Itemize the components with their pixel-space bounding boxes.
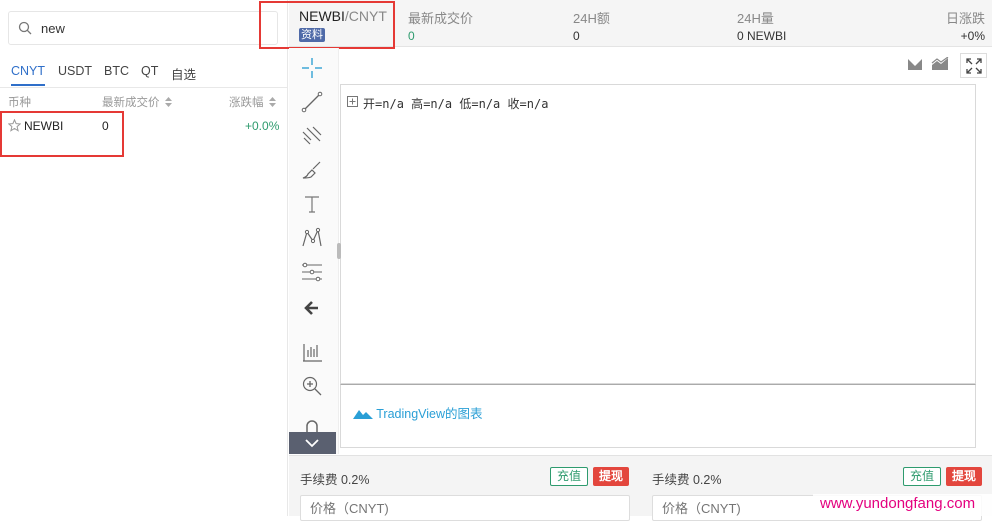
tradingview-logo-icon <box>353 410 373 419</box>
watermark-text: www.yundongfang.com <box>820 495 976 512</box>
col-last-price[interactable]: 最新成交价 <box>102 94 172 110</box>
tab-favorites[interactable]: 自选 <box>171 64 196 83</box>
tradingview-attribution-label: TradingView的图表 <box>376 407 483 421</box>
sort-icon <box>164 97 172 107</box>
pattern-tool-icon[interactable] <box>300 226 324 250</box>
search-box[interactable] <box>8 11 278 45</box>
fee-label-sell: 手续费 0.2% <box>652 473 722 487</box>
withdraw-button[interactable]: 提现 <box>946 467 983 486</box>
stat-value-24h-amount: 0 <box>573 29 580 43</box>
col-change[interactable]: 涨跌幅 <box>229 94 276 110</box>
price-field-buy[interactable] <box>300 495 630 521</box>
chevron-down-icon <box>305 439 319 448</box>
market-table-header: 币种 最新成交价 涨跌幅 <box>0 93 287 111</box>
stat-value-24h-volume: 0 NEWBI <box>737 29 787 43</box>
sort-icon <box>268 97 276 107</box>
search-icon <box>18 21 32 35</box>
stat-value-daily-change: +0% <box>960 29 985 43</box>
panel-resize-handle[interactable] <box>337 243 341 259</box>
market-tabs: CNYT USDT BTC QT 自选 <box>0 62 287 88</box>
col-last-price-label: 最新成交价 <box>102 97 160 109</box>
arrow-left-icon[interactable] <box>300 296 324 320</box>
ohlc-legend: 开=n/a 高=n/a 低=n/a 收=n/a <box>363 97 549 111</box>
stat-label-24h-volume: 24H量 <box>737 11 774 26</box>
fee-label-buy: 手续费 0.2% <box>300 473 370 487</box>
ohlc-close-label: 收 <box>507 97 520 111</box>
fullscreen-icon <box>966 58 982 74</box>
drawing-toolbar <box>289 48 339 454</box>
ohlc-low-value: n/a <box>478 97 501 111</box>
brush-icon[interactable] <box>300 158 324 182</box>
ruler-icon[interactable] <box>300 340 324 364</box>
ohlc-high-value: n/a <box>430 97 453 111</box>
zoom-in-icon[interactable] <box>300 374 324 398</box>
highlight-box <box>0 111 124 157</box>
expand-legend-icon[interactable] <box>347 96 358 107</box>
chart-area[interactable]: 开=n/a 高=n/a 低=n/a 收=n/a <box>340 84 976 384</box>
area-chart-icon[interactable] <box>931 57 949 71</box>
highlight-box <box>259 1 395 49</box>
col-coin: 币种 <box>8 97 31 109</box>
chart-footer: TradingView的图表 <box>340 384 976 448</box>
toolbar-expand-button[interactable] <box>289 432 336 454</box>
ohlc-low-label: 低 <box>459 97 472 111</box>
fib-tool-icon[interactable] <box>300 124 324 148</box>
tradingview-attribution[interactable]: TradingView的图表 <box>353 403 483 422</box>
text-tool-icon[interactable] <box>300 192 324 216</box>
stat-label-daily-change: 日涨跌 <box>945 11 985 26</box>
tab-btc[interactable]: BTC <box>104 64 129 78</box>
tab-qt[interactable]: QT <box>141 64 158 78</box>
measure-tool-icon[interactable] <box>300 260 324 284</box>
ohlc-open-value: n/a <box>382 97 404 111</box>
stat-value-last: 0 <box>408 29 415 43</box>
col-change-label: 涨跌幅 <box>229 97 264 109</box>
tab-cnyt[interactable]: CNYT <box>11 64 46 86</box>
ohlc-open-label: 开 <box>363 97 376 111</box>
stat-label-24h-amount: 24H额 <box>573 11 610 26</box>
price-input-buy[interactable] <box>310 501 610 516</box>
search-input[interactable] <box>41 18 261 38</box>
row-change: +0.0% <box>245 119 280 133</box>
crosshair-icon[interactable] <box>300 56 324 80</box>
ohlc-close-value: n/a <box>526 97 549 111</box>
tab-usdt[interactable]: USDT <box>58 64 92 78</box>
candle-type-icon[interactable] <box>907 57 923 71</box>
market-panel: CNYT USDT BTC QT 自选 币种 最新成交价 涨跌幅 NEWBI 0… <box>0 0 288 516</box>
deposit-button[interactable]: 充值 <box>550 467 589 486</box>
withdraw-button[interactable]: 提现 <box>593 467 630 486</box>
ohlc-high-label: 高 <box>411 97 424 111</box>
deposit-button[interactable]: 充值 <box>903 467 942 486</box>
fullscreen-button[interactable] <box>960 53 987 78</box>
stat-label-last: 最新成交价 <box>408 11 474 26</box>
trend-line-icon[interactable] <box>300 90 324 114</box>
